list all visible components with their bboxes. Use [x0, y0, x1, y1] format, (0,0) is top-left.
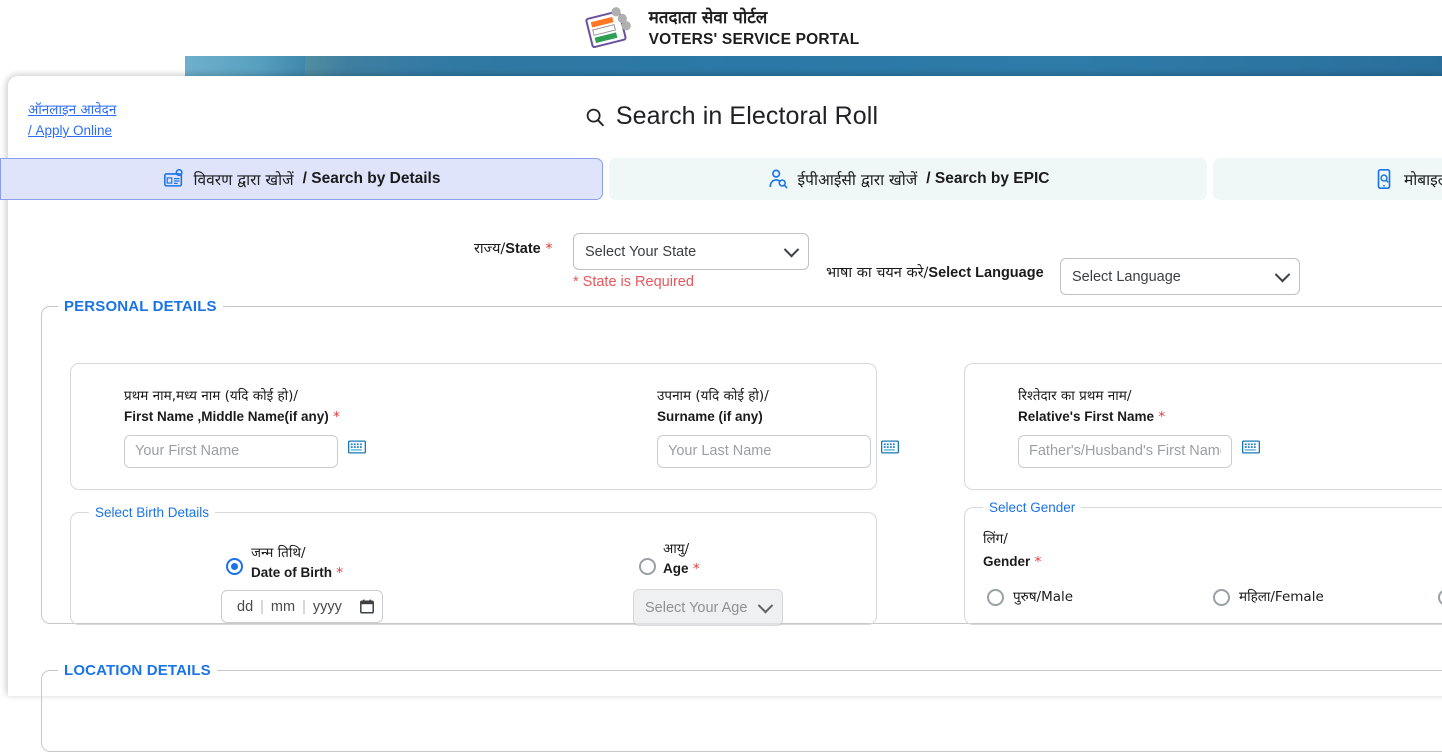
first-name-caption-hindi: प्रथम नाम,मध्य नाम (यदि कोई हो)/ [124, 388, 298, 404]
gender-legend: Select Gender [989, 500, 1076, 515]
first-name-caption-english: First Name ,Middle Name(if any) [124, 408, 329, 424]
mobile-search-icon [1377, 169, 1391, 189]
state-label: राज्य/State * [474, 238, 553, 258]
language-label: भाषा का चयन करे/Select Language [826, 262, 1044, 282]
date-of-birth-required-star: * [336, 565, 344, 582]
gender-fieldset: Select Gender लिंग/ Gender * पुरुष/Male … [964, 500, 1442, 625]
age-select-wrapper: Select Your Age [633, 589, 783, 626]
state-select[interactable]: Select Your State [573, 233, 809, 270]
date-of-birth-input[interactable]: dd | mm | yyyy [221, 590, 383, 623]
relative-first-name-input[interactable] [1018, 434, 1232, 468]
gender-third-radio[interactable] [1438, 589, 1442, 606]
date-of-birth-label-hindi: जन्म तिथि/ [251, 545, 306, 561]
age-label: आयु/ Age * [663, 539, 700, 580]
gender-caption-english: Gender [983, 553, 1031, 569]
language-select[interactable]: Select Language [1060, 258, 1300, 295]
dob-year-segment[interactable]: yyyy [306, 599, 349, 615]
gender-required-star: * [1034, 553, 1042, 570]
surname-caption-english: Surname (if any) [657, 408, 763, 424]
relative-first-name-caption-english: Relative's First Name [1018, 408, 1155, 424]
relative-subgroup: रिश्तेदार का प्रथम नाम/ Relative's First… [964, 363, 1442, 490]
surname-field: उपनाम (यदि कोई हो)/ Surname (if any) [657, 386, 899, 468]
brand-title-block: मतदाता सेवा पोर्टल VOTERS' SERVICE PORTA… [649, 9, 860, 48]
first-name-required-star: * [333, 408, 340, 425]
relative-first-name-required-star: * [1158, 408, 1166, 425]
virtual-keyboard-icon[interactable] [348, 440, 366, 454]
tab-search-by-details-label-hindi: विवरण द्वारा खोजें [193, 171, 294, 189]
person-search-icon [769, 169, 787, 189]
page-title: Search in Electoral Roll [8, 102, 1442, 131]
first-name-field: प्रथम नाम,मध्य नाम (यदि कोई हो)/ First N… [124, 386, 366, 468]
gender-male-label: पुरुष/Male [1013, 589, 1074, 605]
calendar-icon[interactable] [360, 599, 374, 614]
language-label-hindi: भाषा का चयन करे/ [826, 265, 929, 281]
names-subgroup: प्रथम नाम,मध्य नाम (यदि कोई हो)/ First N… [70, 363, 899, 490]
relative-first-name-field: रिश्तेदार का प्रथम नाम/ Relative's First… [1018, 386, 1260, 468]
gender-female-radio[interactable] [1213, 589, 1230, 606]
eci-logo-icon [584, 7, 631, 48]
first-name-caption: प्रथम नाम,मध्य नाम (यदि कोई हो)/ First N… [124, 386, 340, 428]
age-select[interactable]: Select Your Age [633, 589, 783, 626]
personal-details-legend: PERSONAL DETAILS [64, 298, 217, 315]
tab-search-by-epic[interactable]: ईपीआईसी द्वारा खोजें / Search by EPIC [609, 158, 1207, 200]
tab-search-by-details[interactable]: विवरण द्वारा खोजें / Search by Details [0, 158, 603, 200]
tab-search-by-epic-label-english: / Search by EPIC [926, 170, 1050, 187]
gender-caption: लिंग/ Gender * [983, 529, 1041, 573]
date-of-birth-label-english: Date of Birth [251, 565, 332, 581]
brand-title-hindi: मतदाता सेवा पोर्टल [648, 8, 768, 29]
location-details-legend: LOCATION DETAILS [64, 662, 211, 679]
age-label-hindi: आयु/ [663, 541, 690, 557]
dob-day-segment[interactable]: dd [230, 599, 260, 615]
relative-first-name-caption: रिश्तेदार का प्रथम नाम/ Relative's First… [1018, 386, 1232, 428]
first-name-input[interactable] [124, 434, 338, 468]
search-form-card: ऑनलाइन आवेदन / Apply Online Search in El… [0, 76, 1442, 752]
date-of-birth-label: जन्म तिथि/ Date of Birth * [251, 543, 343, 584]
language-select-wrapper: Select Language [1060, 258, 1300, 295]
personal-details-fieldset: PERSONAL DETAILS प्रथम नाम,मध्य नाम (यदि… [41, 298, 1442, 626]
brand-bar: मतदाता सेवा पोर्टल VOTERS' SERVICE PORTA… [0, 0, 1442, 58]
birth-details-legend: Select Birth Details [95, 505, 210, 520]
surname-caption: उपनाम (यदि कोई हो)/ Surname (if any) [657, 386, 871, 428]
birth-details-fieldset: Select Birth Details जन्म तिथि/ Date of … [70, 505, 877, 626]
state-select-wrapper: Select Your State [573, 233, 809, 270]
state-label-hindi: राज्य/ [474, 241, 506, 257]
virtual-keyboard-icon[interactable] [881, 440, 899, 454]
state-label-english: State [505, 241, 541, 257]
state-language-row: राज्य/State * Select Your State * State … [8, 224, 1442, 295]
tab-search-by-mobile-label-hindi: मोबाइल [1404, 171, 1442, 189]
location-details-fieldset: LOCATION DETAILS [41, 662, 1442, 752]
language-label-english: Select Language [928, 265, 1044, 281]
tab-search-by-mobile[interactable]: मोबाइल [1213, 158, 1442, 200]
gender-female-label: महिला/Female [1239, 589, 1324, 605]
state-required-star: * [545, 241, 553, 257]
page-title-text: Search in Electoral Roll [615, 102, 879, 130]
id-card-search-icon [163, 169, 183, 187]
relative-first-name-caption-hindi: रिश्तेदार का प्रथम नाम/ [1018, 388, 1132, 404]
virtual-keyboard-icon[interactable] [1242, 440, 1260, 454]
age-label-english: Age [663, 561, 689, 577]
date-of-birth-radio[interactable] [226, 558, 243, 575]
gender-male-radio[interactable] [987, 589, 1004, 606]
surname-input[interactable] [657, 434, 871, 468]
tab-search-by-epic-label-hindi: ईपीआईसी द्वारा खोजें [797, 171, 918, 189]
gender-caption-hindi: लिंग/ [983, 531, 1008, 547]
dob-month-segment[interactable]: mm [264, 599, 302, 615]
search-mode-tabs: विवरण द्वारा खोजें / Search by Details ईप… [0, 158, 1442, 200]
search-icon [586, 108, 604, 126]
brand-title-english: VOTERS' SERVICE PORTAL [648, 30, 860, 48]
tab-search-by-details-label-english: / Search by Details [302, 170, 441, 187]
age-radio[interactable] [639, 558, 656, 575]
age-required-star: * [692, 561, 700, 578]
state-validation-error: * State is Required [573, 274, 694, 290]
brand-logo-title: मतदाता सेवा पोर्टल VOTERS' SERVICE PORTA… [583, 5, 860, 53]
surname-caption-hindi: उपनाम (यदि कोई हो)/ [657, 388, 769, 404]
